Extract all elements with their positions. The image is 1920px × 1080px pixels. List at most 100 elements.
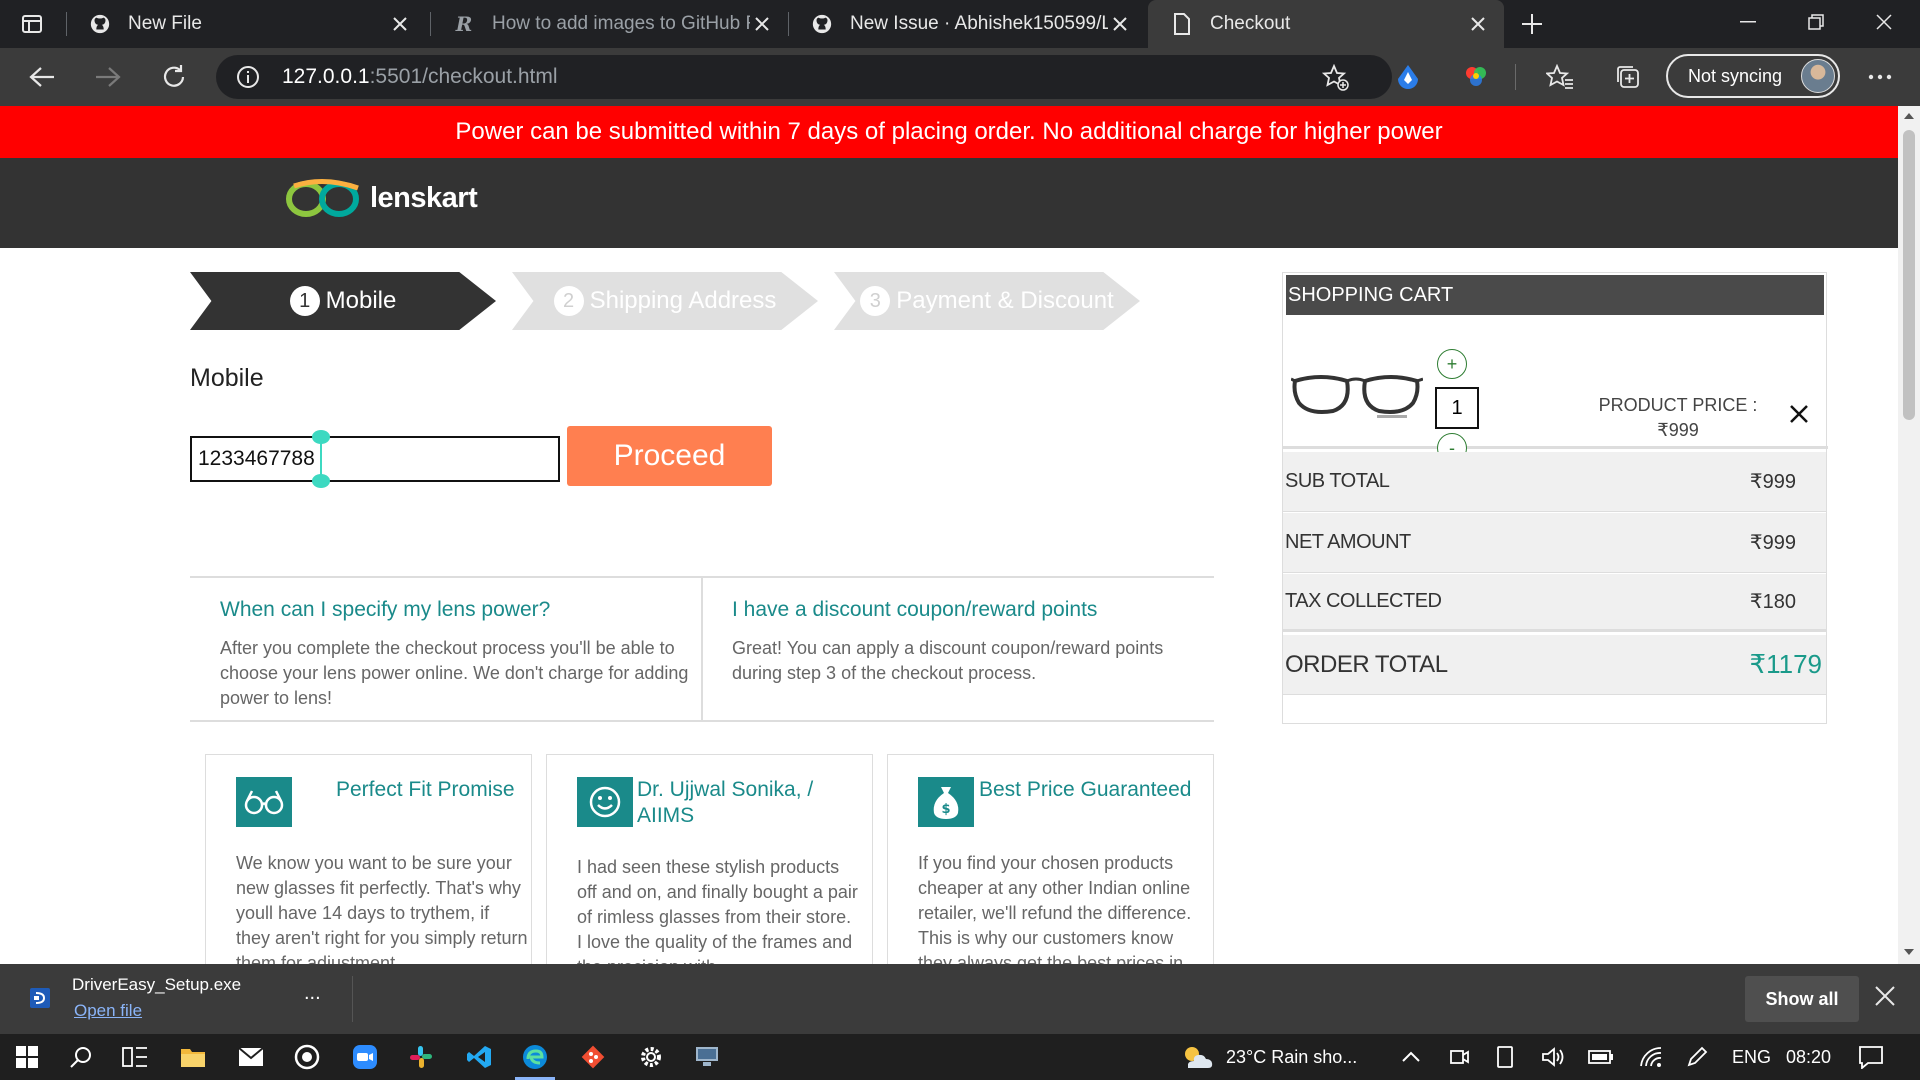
close-icon[interactable] <box>1466 12 1490 36</box>
task-view-icon[interactable] <box>120 1042 150 1072</box>
windows-start-icon[interactable] <box>12 1042 42 1072</box>
meet-now-icon[interactable] <box>1444 1042 1474 1072</box>
language-indicator[interactable]: ENG <box>1732 1047 1771 1068</box>
clock[interactable]: 08:20 <box>1786 1047 1831 1068</box>
mobile-label: Mobile <box>190 364 264 392</box>
cart-title: SHOPPING CART <box>1286 275 1824 315</box>
restore-icon[interactable] <box>1782 0 1850 44</box>
close-window-icon[interactable] <box>1850 0 1918 44</box>
row-label: ORDER TOTAL <box>1285 650 1448 678</box>
row-label: NET AMOUNT <box>1285 531 1411 553</box>
increase-quantity-button[interactable]: + <box>1437 349 1467 379</box>
weather-icon[interactable] <box>1180 1042 1214 1072</box>
browser-tab-bar: New File R How to add images to GitHub R… <box>0 0 1920 48</box>
add-favorite-icon[interactable] <box>1321 63 1350 97</box>
search-icon[interactable] <box>66 1042 96 1072</box>
tablet-icon[interactable] <box>1490 1042 1520 1072</box>
file-explorer-icon[interactable] <box>178 1042 208 1072</box>
chevron-up-icon[interactable] <box>1396 1042 1426 1072</box>
settings-gear-icon[interactable] <box>636 1042 666 1072</box>
product-glasses-image <box>1291 375 1423 418</box>
wifi-icon[interactable] <box>1636 1042 1666 1072</box>
cart-item: + 1 - PRODUCT PRICE : ₹999 <box>1283 315 1828 463</box>
step-mobile[interactable]: 1 Mobile <box>190 272 496 330</box>
remove-item-icon[interactable] <box>1786 401 1812 427</box>
card-body: I had seen these stylish products off an… <box>577 857 858 964</box>
volume-icon[interactable] <box>1538 1042 1568 1072</box>
git-icon[interactable] <box>578 1042 608 1072</box>
proceed-button[interactable]: Proceed <box>567 426 772 486</box>
open-file-link[interactable]: Open file <box>74 1001 142 1021</box>
mail-icon[interactable] <box>236 1042 266 1072</box>
tab-actions-icon[interactable] <box>20 12 44 36</box>
close-icon[interactable] <box>1108 12 1132 36</box>
zoom-icon[interactable] <box>350 1042 380 1072</box>
page-icon <box>1170 12 1194 36</box>
tab-new-file[interactable]: New File <box>66 0 426 48</box>
remote-desktop-icon[interactable] <box>692 1042 722 1072</box>
row-label: SUB TOTAL <box>1285 470 1390 492</box>
close-download-bar-icon[interactable] <box>1875 986 1901 1012</box>
back-icon[interactable] <box>22 57 62 97</box>
sync-label: Not syncing <box>1688 65 1783 86</box>
avatar <box>1801 59 1835 93</box>
step-number: 3 <box>860 286 891 316</box>
show-all-button[interactable]: Show all <box>1745 976 1859 1022</box>
page-viewport: Power can be submitted within 7 days of … <box>0 106 1898 964</box>
step-number: 1 <box>289 286 320 316</box>
edge-icon[interactable] <box>520 1042 550 1072</box>
slack-icon[interactable] <box>406 1042 436 1072</box>
minimize-icon[interactable] <box>1714 0 1782 44</box>
new-tab-icon[interactable] <box>1520 12 1544 36</box>
github-icon <box>810 12 834 36</box>
scroll-thumb[interactable] <box>1903 130 1915 420</box>
extension-drop-icon[interactable] <box>1388 57 1428 97</box>
close-icon[interactable] <box>750 12 774 36</box>
step-label: Payment & Discount <box>896 287 1114 314</box>
address-bar[interactable]: 127.0.0.1:5501/checkout.html <box>216 55 1392 99</box>
pen-icon[interactable] <box>1682 1042 1712 1072</box>
download-bar: DriverEasy_Setup.exe Open file ... Show … <box>0 964 1920 1034</box>
app-circle-icon[interactable] <box>292 1042 322 1072</box>
url-host: 127.0.0.1 <box>282 65 370 88</box>
step-label: Shipping Address <box>589 287 777 314</box>
close-icon[interactable] <box>388 12 412 36</box>
order-total-value: ₹1179 <box>1749 649 1822 679</box>
step-shipping-address[interactable]: 2 Shipping Address <box>512 272 818 330</box>
refresh-icon[interactable] <box>154 57 194 97</box>
promo-banner: Power can be submitted within 7 days of … <box>0 106 1898 158</box>
lenskart-logo[interactable]: lenskart <box>284 178 478 218</box>
product-price: PRODUCT PRICE : ₹999 <box>1583 393 1773 443</box>
url-path: :5501/checkout.html <box>369 65 558 88</box>
extension-color-icon[interactable] <box>1456 57 1496 97</box>
selection-handle-bottom[interactable] <box>312 474 330 488</box>
info-icon[interactable] <box>236 65 260 94</box>
url-text: 127.0.0.1:5501/checkout.html <box>282 65 558 89</box>
more-options-icon[interactable] <box>1860 57 1900 97</box>
smiley-icon <box>577 777 633 827</box>
download-more-button[interactable]: ... <box>304 982 321 1005</box>
scroll-up-icon[interactable] <box>1904 112 1914 120</box>
card-title: Best Price Guaranteed <box>979 778 1192 801</box>
vscode-icon[interactable] <box>464 1042 494 1072</box>
svg-text:$: $ <box>941 802 950 817</box>
profile-sync-button[interactable]: Not syncing <box>1666 54 1840 98</box>
step-payment-discount[interactable]: 3 Payment & Discount <box>834 272 1140 330</box>
forward-icon[interactable] <box>88 57 128 97</box>
collections-icon[interactable] <box>1608 57 1648 97</box>
shopping-cart: SHOPPING CART + 1 - PRODUCT PRICE : ₹999… <box>1282 272 1828 724</box>
money-bag-icon: $ <box>918 777 974 827</box>
mobile-input[interactable] <box>190 436 560 482</box>
card-testimonial: Dr. Ujjwal Sonika, / AIIMS I had seen th… <box>546 754 873 964</box>
weather-text[interactable]: 23°C Rain sho... <box>1226 1047 1357 1068</box>
tab-checkout[interactable]: Checkout <box>1148 0 1504 48</box>
battery-icon[interactable] <box>1586 1042 1616 1072</box>
tab-github-readme[interactable]: R How to add images to GitHub README <box>430 0 788 48</box>
favorites-icon[interactable] <box>1540 57 1580 97</box>
scroll-down-icon[interactable] <box>1904 948 1914 956</box>
tab-new-issue[interactable]: New Issue · Abhishek150599/Lenskart <box>788 0 1146 48</box>
notifications-icon[interactable] <box>1856 1042 1886 1072</box>
card-perfect-fit: Perfect Fit Promise We know you want to … <box>205 754 532 964</box>
selection-handle-top[interactable] <box>312 430 330 444</box>
page-scrollbar[interactable] <box>1898 106 1920 964</box>
